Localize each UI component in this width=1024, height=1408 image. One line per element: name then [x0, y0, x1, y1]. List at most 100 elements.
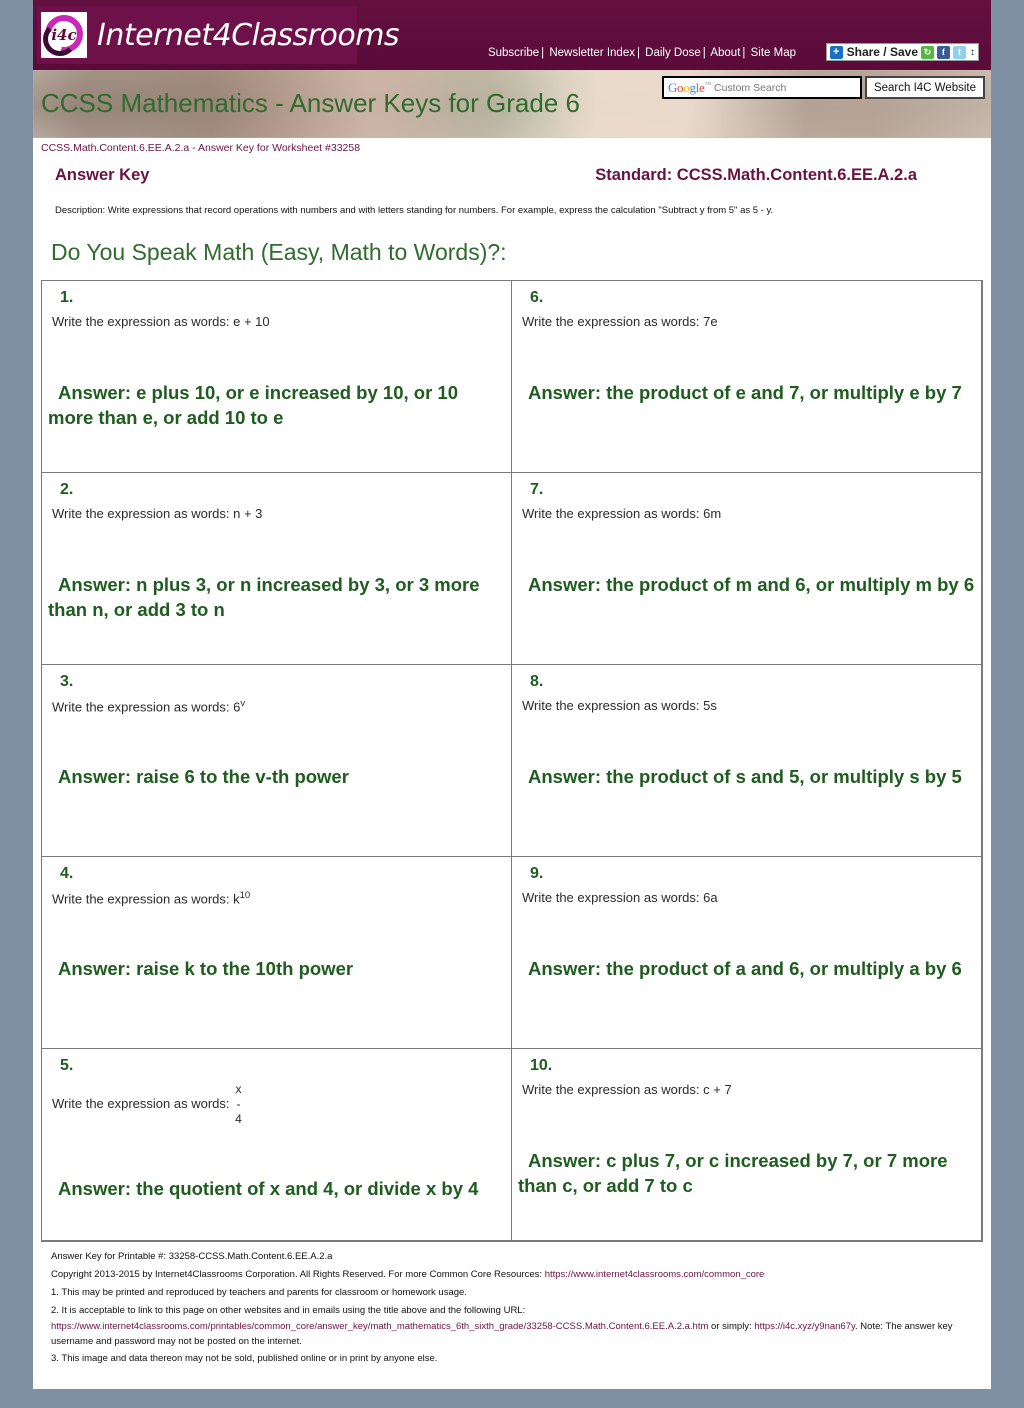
prompt-text: Write the expression as words: [522, 697, 704, 713]
logo-badge-text: i4c [51, 26, 77, 44]
prompt-text: Write the expression as words: [52, 699, 234, 715]
g-letter-1: G [667, 79, 678, 95]
expression: 6a [703, 889, 718, 905]
share-save-label: Share / Save [846, 45, 918, 59]
search-input[interactable]: Google™ Custom Search [661, 76, 862, 99]
top-navigation: Subscribe | Newsletter Index | Daily Dose |… [488, 47, 796, 59]
footer-copyright: Copyright 2013-2015 by Internet4Classroo… [51, 1266, 981, 1284]
question-prompt: Write the expression as words: 5s [522, 698, 975, 713]
i4c-logo-icon: i4c [37, 7, 91, 61]
fraction-expression: x-4 [235, 1082, 242, 1127]
answer-text: Answer: the product of a and 6, or multi… [528, 957, 962, 979]
fraction-denominator: 4 [235, 1111, 242, 1126]
answer-key-grid: 1. Write the expression as words: e + 10… [41, 279, 983, 1242]
question-prompt: Write the expression as words: 6m [522, 506, 975, 521]
search-button[interactable]: Search I4C Website [864, 76, 985, 99]
prompt-text: Write the expression as words: [522, 505, 704, 521]
nav-newsletter-index[interactable]: Newsletter Index [549, 47, 635, 59]
prompt-text: Write the expression as words: [52, 505, 234, 521]
standard-label: Standard: CCSS.Math.Content.6.EE.A.2.a [595, 166, 917, 184]
footer-note-1: 1. This may be printed and reproduced by… [51, 1286, 467, 1298]
share-expand-icon[interactable]: ↕ [970, 47, 975, 57]
question-prompt: Write the expression as words: 6v [52, 698, 505, 714]
expression-exponent: 10 [239, 889, 251, 901]
worksheet-reference: CCSS.Math.Content.6.EE.A.2.a - Answer Ke… [41, 142, 361, 154]
nav-about[interactable]: About [710, 47, 740, 59]
expression-exponent: v [240, 697, 246, 709]
logo-wordmark: Internet4Classrooms [97, 17, 400, 53]
question-cell-5: 5. Write the expression as words: x-4 An… [41, 1047, 512, 1241]
footer-note-3: 3. This image and data thereon may not b… [51, 1352, 438, 1364]
site-logo[interactable]: i4c Internet4Classrooms [37, 6, 400, 64]
prompt-text: Write the expression as words: [52, 313, 234, 329]
prompt-text: Write the expression as words: [522, 1081, 704, 1097]
question-cell-7: 7. Write the expression as words: 6m Ans… [511, 471, 982, 665]
expression: c + 7 [703, 1081, 732, 1097]
question-cell-1: 1. Write the expression as words: e + 10… [41, 279, 512, 473]
share-save-button[interactable]: + Share / Save ↻ f t ↕ [825, 43, 979, 61]
question-number: 10. [530, 1056, 553, 1074]
prompt-text: Write the expression as words: [52, 1095, 234, 1111]
question-prompt: Write the expression as words: x-4 [52, 1082, 505, 1127]
expression: 5s [703, 697, 717, 713]
nav-subscribe[interactable]: Subscribe [488, 47, 539, 59]
nav-sep: | [702, 47, 706, 59]
nav-site-map[interactable]: Site Map [751, 47, 796, 59]
expression: 6m [703, 505, 722, 521]
prompt-text: Write the expression as words: [52, 891, 234, 907]
copyright-text: Copyright 2013-2015 by Internet4Classroo… [51, 1268, 545, 1280]
prompt-text: Write the expression as words: [522, 889, 704, 905]
long-url-link[interactable]: https://www.internet4classrooms.com/prin… [51, 1321, 708, 1332]
nav-sep: | [636, 47, 640, 59]
fraction-bar: - [236, 1096, 241, 1111]
question-prompt: Write the expression as words: e + 10 [52, 314, 505, 329]
answer-text: Answer: raise 6 to the v-th power [58, 765, 349, 787]
question-number: 4. [60, 864, 74, 882]
custom-search-placeholder: Custom Search [714, 81, 787, 94]
question-cell-8: 8. Write the expression as words: 5s Ans… [511, 663, 982, 857]
question-cell-2: 2. Write the expression as words: n + 3 … [41, 471, 512, 665]
question-number: 8. [530, 672, 544, 690]
question-cell-9: 9. Write the expression as words: 6a Ans… [511, 855, 982, 1049]
nav-sep: | [541, 47, 545, 59]
prompt-text: Write the expression as words: [522, 313, 704, 329]
search-area: Google™ Custom Search Search I4C Website [661, 76, 985, 99]
question-cell-3: 3. Write the expression as words: 6v Ans… [41, 663, 512, 857]
expression: n + 3 [233, 505, 263, 521]
footer-url-block: https://www.internet4classrooms.com/prin… [51, 1320, 981, 1349]
google-logo-icon: Google™ [668, 80, 711, 96]
answer-text: Answer: the quotient of x and 4, or divi… [58, 1177, 479, 1199]
question-number: 3. [60, 672, 74, 690]
answer-text: Answer: the product of e and 7, or multi… [528, 381, 962, 403]
addthis-plus-icon: + [829, 45, 843, 59]
page-banner: CCSS Mathematics - Answer Keys for Grade… [33, 70, 991, 138]
question-cell-6: 6. Write the expression as words: 7e Ans… [511, 279, 982, 473]
question-prompt: Write the expression as words: 7e [522, 314, 975, 329]
answer-text: Answer: e plus 10, or e increased by 10,… [48, 381, 458, 428]
nav-daily-dose[interactable]: Daily Dose [645, 47, 701, 59]
url-separator: or simply: [708, 1321, 755, 1333]
short-url-link[interactable]: https://i4c.xyz/y9nan67y [754, 1321, 855, 1332]
question-prompt: Write the expression as words: c + 7 [522, 1082, 975, 1097]
addthis-icon[interactable]: ↻ [921, 45, 934, 59]
question-prompt: Write the expression as words: k10 [52, 890, 505, 906]
common-core-link[interactable]: https://www.internet4classrooms.com/comm… [545, 1269, 765, 1280]
site-header: i4c Internet4Classrooms Subscribe | Newsl… [33, 0, 991, 70]
question-number: 2. [60, 480, 74, 498]
fraction-numerator: x [235, 1081, 242, 1096]
expression: e + 10 [233, 313, 270, 329]
page-title: CCSS Mathematics - Answer Keys for Grade… [41, 88, 580, 118]
question-number: 5. [60, 1056, 74, 1074]
question-cell-10: 10. Write the expression as words: c + 7… [511, 1047, 982, 1241]
facebook-icon[interactable]: f [937, 45, 950, 59]
question-number: 1. [60, 288, 74, 306]
standard-description: Description: Write expressions that reco… [55, 205, 774, 216]
question-prompt: Write the expression as words: n + 3 [52, 506, 505, 521]
question-number: 6. [530, 288, 544, 306]
answer-text: Answer: c plus 7, or c increased by 7, o… [518, 1149, 948, 1196]
page-footer: Answer Key for Printable #: 33258-CCSS.M… [33, 1242, 991, 1368]
twitter-icon[interactable]: t [953, 45, 966, 59]
footer-note-2: 2. It is acceptable to link to this page… [51, 1305, 526, 1317]
answer-key-title: Answer Key [55, 166, 150, 184]
footer-printable-id: Answer Key for Printable #: 33258-CCSS.M… [51, 1250, 333, 1262]
